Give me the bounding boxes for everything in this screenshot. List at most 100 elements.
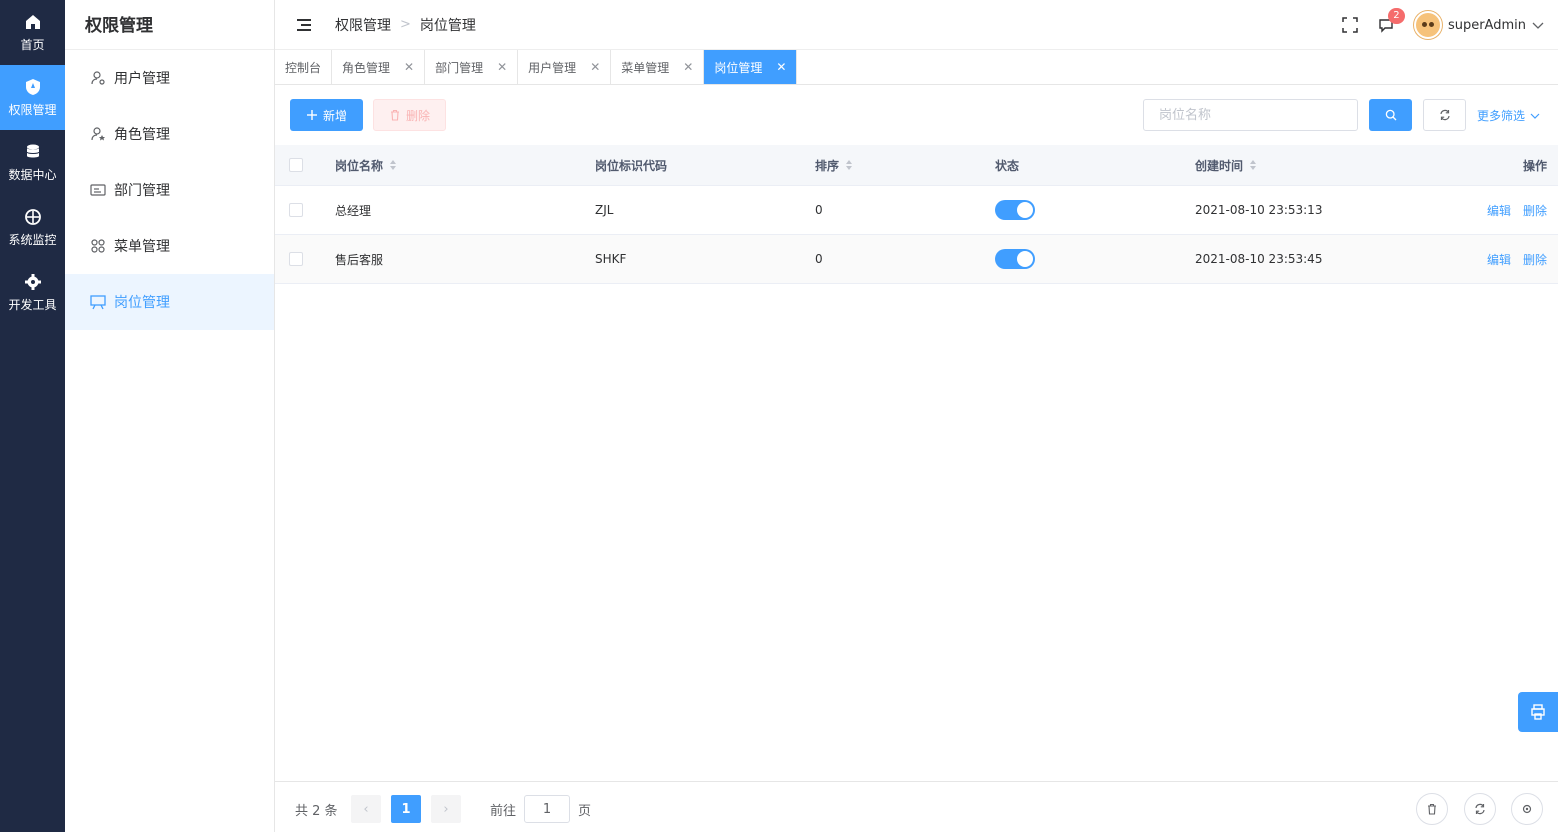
grid-icon	[91, 239, 105, 253]
goto-page-input[interactable]	[524, 795, 570, 823]
more-filter-toggle[interactable]: 更多筛选	[1477, 107, 1541, 124]
submenu-item-positions[interactable]: 岗位管理	[65, 274, 274, 330]
menu-toggle-icon[interactable]	[297, 18, 311, 31]
submenu-item-menus[interactable]: 菜单管理	[65, 218, 274, 274]
gear-icon	[1522, 804, 1532, 814]
submenu-item-users[interactable]: 用户管理	[65, 50, 274, 106]
sort-icon	[1250, 160, 1257, 170]
chevron-down-icon[interactable]	[1532, 19, 1544, 31]
refresh-icon	[1439, 109, 1450, 121]
column-header-label: 排序	[815, 158, 840, 173]
column-header-sort[interactable]: 排序	[815, 157, 853, 174]
reload-button[interactable]	[1464, 793, 1496, 825]
tab-positions[interactable]: 岗位管理 ✕	[704, 50, 798, 84]
cell-status	[995, 200, 1035, 220]
position-name-search-input[interactable]	[1143, 99, 1358, 131]
page-number-button[interactable]: 1	[391, 795, 421, 823]
database-icon	[26, 144, 39, 157]
close-icon[interactable]: ✕	[404, 60, 414, 74]
search-button[interactable]	[1369, 99, 1412, 131]
tab-users[interactable]: 用户管理 ✕	[518, 50, 612, 84]
floating-settings-button[interactable]	[1518, 692, 1558, 732]
tab-dashboard[interactable]: 控制台	[275, 50, 333, 84]
recycle-bin-button[interactable]	[1416, 793, 1448, 825]
rail-item-label: 权限管理	[8, 102, 57, 117]
column-header-created[interactable]: 创建时间	[1195, 157, 1257, 174]
tab-label: 部门管理	[435, 60, 484, 75]
cell-created: 2021-08-10 23:53:45	[1195, 252, 1323, 266]
close-icon[interactable]: ✕	[497, 60, 507, 74]
column-header-code: 岗位标识代码	[595, 157, 667, 174]
column-header-actions: 操作	[1523, 157, 1547, 174]
crosshair-icon	[24, 208, 41, 225]
column-header-label: 操作	[1522, 158, 1547, 173]
home-icon	[25, 14, 40, 29]
submenu-item-label: 岗位管理	[114, 295, 170, 311]
column-settings-button[interactable]	[1511, 793, 1543, 825]
cell-status	[995, 249, 1035, 269]
refresh-icon	[1475, 803, 1485, 815]
sort-icon	[390, 160, 397, 170]
delete-link[interactable]: 删除	[1523, 202, 1547, 219]
rail-item-label: 开发工具	[8, 297, 57, 312]
edit-link[interactable]: 编辑	[1487, 202, 1511, 219]
rail-item-dev-tools[interactable]: 开发工具	[0, 260, 65, 325]
edit-link[interactable]: 编辑	[1487, 251, 1511, 268]
presentation-icon	[90, 295, 106, 310]
tab-label: 控制台	[285, 60, 322, 75]
table-header-row: 岗位名称 岗位标识代码 排序 状态 创建时间 操作	[275, 145, 1558, 186]
tab-menus[interactable]: 菜单管理 ✕	[611, 50, 705, 84]
row-checkbox[interactable]	[289, 252, 303, 266]
row-checkbox[interactable]	[289, 203, 303, 217]
goto-prefix: 前往	[490, 804, 517, 819]
column-header-name[interactable]: 岗位名称	[335, 157, 397, 174]
breadcrumb-item-current: 岗位管理	[419, 17, 476, 34]
goto-suffix: 页	[578, 804, 592, 819]
shield-icon	[25, 78, 40, 95]
cell-actions: 编辑 删除	[1487, 202, 1547, 219]
tab-bar: 控制台 角色管理 ✕ 部门管理 ✕ 用户管理 ✕ 菜单管理 ✕ 岗位管理 ✕	[275, 50, 1558, 85]
rail-item-data-center[interactable]: 数据中心	[0, 130, 65, 195]
tab-label: 菜单管理	[621, 60, 670, 75]
close-icon[interactable]: ✕	[590, 60, 600, 74]
trash-icon	[1428, 803, 1436, 815]
breadcrumb-item[interactable]: 权限管理	[335, 15, 391, 35]
add-button[interactable]: 新增	[290, 99, 363, 131]
close-icon[interactable]: ✕	[683, 60, 693, 74]
cell-sort: 0	[815, 203, 823, 217]
submenu-item-roles[interactable]: 角色管理	[65, 106, 274, 162]
prev-page-button[interactable]: ‹	[351, 795, 381, 823]
rail-item-label: 数据中心	[8, 167, 57, 182]
breadcrumb-separator: >	[400, 17, 411, 32]
pagination-bar: 共 2 条 ‹ 1 › 前往 页	[275, 781, 1558, 832]
rail-item-label: 系统监控	[8, 232, 57, 247]
rail-item-permissions[interactable]: 权限管理	[0, 65, 65, 130]
fullscreen-icon[interactable]	[1342, 17, 1358, 33]
rail-item-monitor[interactable]: 系统监控	[0, 195, 65, 260]
delete-link[interactable]: 删除	[1523, 251, 1547, 268]
avatar[interactable]	[1413, 11, 1442, 39]
next-page-button[interactable]: ›	[431, 795, 461, 823]
cell-name: 总经理	[335, 203, 372, 218]
notification-button[interactable]: 2	[1378, 8, 1405, 33]
delete-button-label: 删除	[405, 108, 430, 123]
select-all-checkbox[interactable]	[289, 158, 303, 172]
status-toggle[interactable]	[995, 200, 1035, 220]
tab-label: 岗位管理	[714, 60, 763, 75]
username[interactable]: superAdmin	[1448, 18, 1526, 33]
tab-roles[interactable]: 角色管理 ✕	[332, 50, 426, 84]
cell-code: SHKF	[595, 252, 627, 266]
table-row: 售后客服 SHKF 0 2021-08-10 23:53:45 编辑 删除	[275, 235, 1558, 284]
tab-label: 角色管理	[342, 60, 391, 75]
status-toggle[interactable]	[995, 249, 1035, 269]
notification-badge: 2	[1387, 8, 1405, 24]
tab-departments[interactable]: 部门管理 ✕	[425, 50, 519, 84]
close-icon[interactable]: ✕	[776, 60, 786, 74]
submenu-item-departments[interactable]: 部门管理	[65, 162, 274, 218]
rail-item-home[interactable]: 首页	[0, 0, 65, 65]
user-gear-icon	[91, 71, 105, 85]
chevron-down-icon	[1530, 113, 1540, 119]
refresh-button[interactable]	[1423, 99, 1466, 131]
delete-button[interactable]: 删除	[373, 99, 446, 131]
submenu-item-label: 角色管理	[114, 127, 170, 143]
